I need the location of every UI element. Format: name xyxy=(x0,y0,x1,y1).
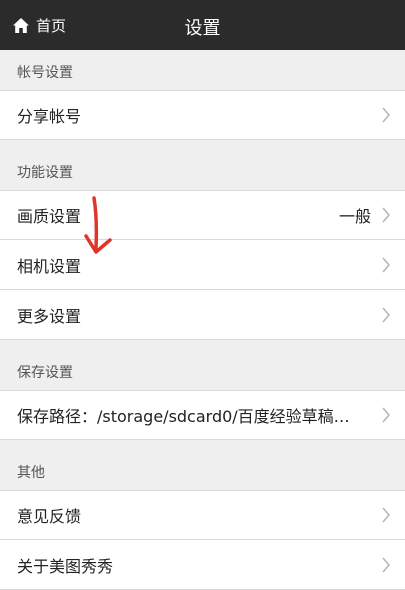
row-label: 画质设置 xyxy=(17,207,82,226)
chevron-right-icon xyxy=(382,307,390,322)
chevron-right-icon xyxy=(382,257,390,272)
chevron-right-icon xyxy=(382,207,390,223)
row-feedback[interactable]: 意见反馈 xyxy=(0,490,405,540)
chevron-right-icon xyxy=(382,107,390,123)
row-label: 意见反馈 xyxy=(17,507,82,526)
row-label: 相机设置 xyxy=(17,256,82,276)
page-title: 设置 xyxy=(184,18,221,39)
row-label: 关于美图秀秀 xyxy=(17,556,114,576)
settings-list: 帐号设置 分享帐号 功能设置 画质设置 一般 相机设置 更多设置 保存设置 保存… xyxy=(0,50,405,590)
row-more-settings[interactable]: 更多设置 xyxy=(0,290,405,340)
row-camera-settings[interactable]: 相机设置 xyxy=(0,240,405,290)
row-save-path[interactable]: 保存路径：/storage/sdcard0/百度经验草稿… xyxy=(0,390,405,440)
chevron-right-icon xyxy=(382,507,390,523)
section-header-save: 保存设置 xyxy=(0,350,405,390)
row-about[interactable]: 关于美图秀秀 xyxy=(0,540,405,590)
chevron-right-icon xyxy=(382,557,390,572)
row-label: 更多设置 xyxy=(17,306,82,326)
row-share-account[interactable]: 分享帐号 xyxy=(0,90,405,140)
row-quality-settings[interactable]: 画质设置 一般 xyxy=(0,190,405,240)
row-label: 保存路径：/storage/sdcard0/百度经验草稿… xyxy=(17,407,350,426)
section-header-function: 功能设置 xyxy=(0,150,405,190)
top-navigation-bar: 首页 设置 xyxy=(0,0,405,50)
section-header-account: 帐号设置 xyxy=(0,50,405,90)
chevron-right-icon xyxy=(382,407,390,423)
row-label: 分享帐号 xyxy=(17,107,82,126)
quality-value: 一般 xyxy=(338,207,371,226)
section-header-other: 其他 xyxy=(0,450,405,490)
